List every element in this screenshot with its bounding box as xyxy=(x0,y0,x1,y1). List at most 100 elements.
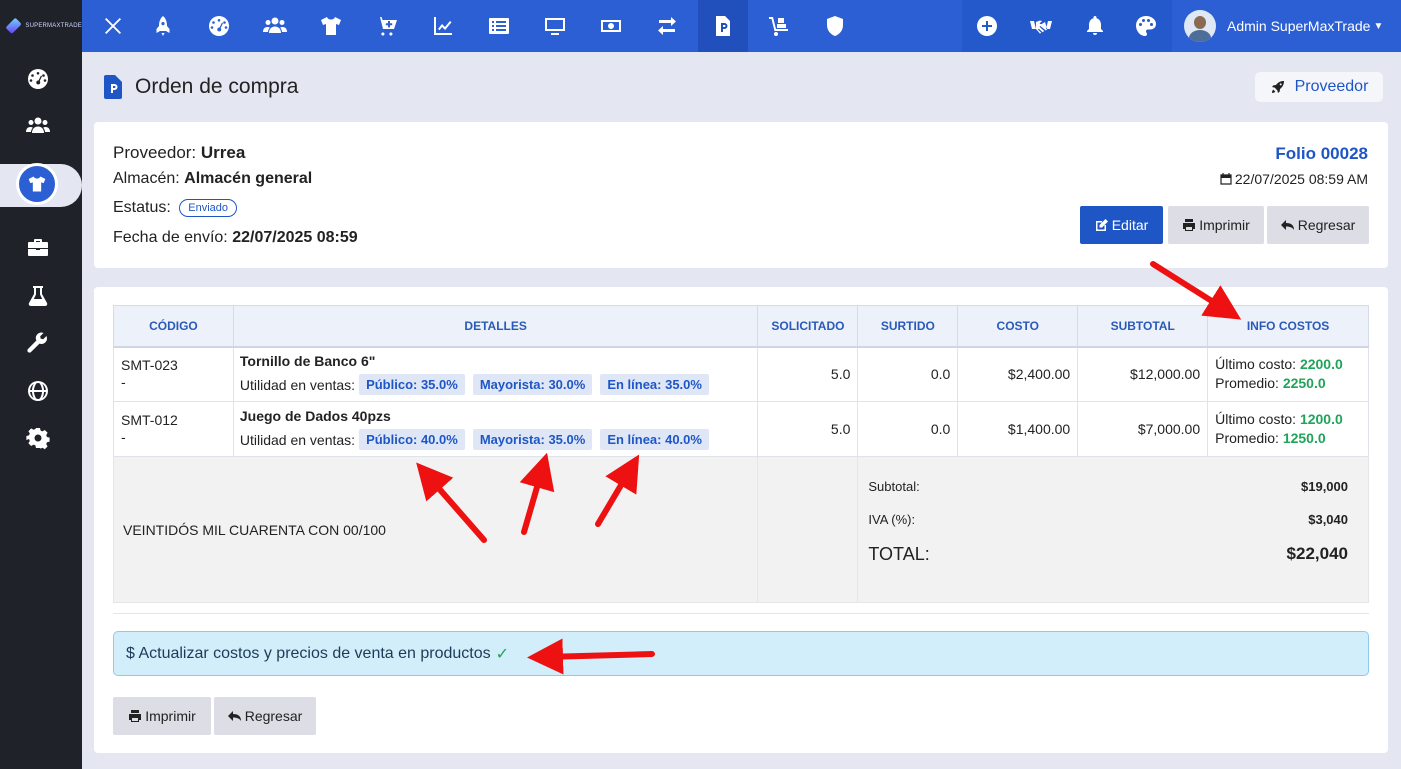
palette-icon[interactable] xyxy=(1121,0,1171,52)
status-badge: Enviado xyxy=(179,199,238,217)
wrench-icon[interactable] xyxy=(26,332,50,356)
warehouse-info: Almacén: Almacén general xyxy=(113,170,312,188)
provider-button[interactable]: Proveedor xyxy=(1255,72,1383,102)
margin-wholesale-chip: Mayorista: 30.0% xyxy=(472,374,593,396)
column-header-requested[interactable]: SOLICITADO xyxy=(757,305,859,348)
gear-icon[interactable] xyxy=(26,426,50,450)
edit-button[interactable]: Editar xyxy=(1080,206,1163,244)
totals-spacer xyxy=(757,456,859,603)
chart-line-icon[interactable] xyxy=(418,0,468,52)
items-table: CÓDIGO DETALLES SOLICITADO SURTIDO COSTO… xyxy=(112,305,1369,603)
item-cost: $2,400.00 xyxy=(957,346,1079,402)
iva-label: IVA (%): xyxy=(868,512,916,527)
purchase-order-icon[interactable] xyxy=(698,0,748,52)
globe-icon[interactable] xyxy=(26,379,50,403)
printer-icon xyxy=(129,710,142,722)
reply-icon xyxy=(1280,220,1294,230)
item-cost-info: Último costo: 1200.0 Promedio: 1250.0 xyxy=(1207,401,1369,457)
user-menu[interactable]: Admin SuperMaxTrade ▼ xyxy=(1172,0,1383,52)
order-items-card: CÓDIGO DETALLES SOLICITADO SURTIDO COSTO… xyxy=(94,287,1388,753)
item-code-sub: - xyxy=(121,374,126,391)
item-margins: Utilidad en ventas: Público: 35.0% Mayoris… xyxy=(239,374,758,396)
item-requested: 5.0 xyxy=(757,401,859,457)
footer-back-button[interactable]: Regresar xyxy=(214,697,316,735)
provider-label: Proveedor: xyxy=(113,143,197,162)
dashboard-icon[interactable] xyxy=(194,0,244,52)
users-icon[interactable] xyxy=(250,0,300,52)
close-icon[interactable] xyxy=(88,0,138,52)
update-costs-alert[interactable]: $ Actualizar costos y precios de venta e… xyxy=(113,631,1369,676)
table-row: SMT-012- Juego de Dados 40pzs Utilidad e… xyxy=(113,401,1369,457)
rocket-icon[interactable] xyxy=(138,0,188,52)
average-cost-value: 1250.0 xyxy=(1282,430,1326,446)
dashboard-icon[interactable] xyxy=(26,67,50,91)
print-button-label: Imprimir xyxy=(1199,217,1250,233)
margin-online-chip: En línea: 35.0% xyxy=(600,374,709,396)
sent-date-info: Fecha de envío: 22/07/2025 08:59 xyxy=(113,229,358,247)
item-details: Juego de Dados 40pzs Utilidad en ventas:… xyxy=(232,401,759,457)
dolly-icon[interactable] xyxy=(754,0,804,52)
footer-print-button[interactable]: Imprimir xyxy=(113,697,211,735)
average-cost-label: Promedio: xyxy=(1215,430,1279,446)
money-icon[interactable] xyxy=(586,0,636,52)
list-icon[interactable] xyxy=(474,0,524,52)
monitor-icon[interactable] xyxy=(530,0,580,52)
item-supplied: 0.0 xyxy=(857,401,959,457)
column-header-supplied[interactable]: SURTIDO xyxy=(857,305,959,348)
column-header-subtotal[interactable]: SUBTOTAL xyxy=(1077,305,1209,348)
back-button[interactable]: Regresar xyxy=(1267,206,1369,244)
margins-label: Utilidad en ventas: xyxy=(239,431,356,448)
amount-in-words: VEINTIDÓS MIL CUARENTA CON 00/100 xyxy=(112,456,759,603)
brand-logo[interactable]: SUPERMAXTRADE xyxy=(0,0,82,52)
total-label: TOTAL: xyxy=(868,544,930,564)
rocket-icon xyxy=(1271,81,1284,93)
users-icon[interactable] xyxy=(26,114,50,138)
provider-button-label: Proveedor xyxy=(1294,78,1369,95)
top-navigation-bar: SUPERMAXTRADE Admin SuperMaxTrade ▼ xyxy=(0,0,1401,52)
footer-print-label: Imprimir xyxy=(145,708,196,724)
printer-icon xyxy=(1183,219,1196,231)
margin-public-chip: Público: 35.0% xyxy=(359,374,465,396)
warehouse-value: Almacén general xyxy=(184,170,313,187)
purchase-order-icon xyxy=(104,75,122,99)
plus-circle-icon[interactable] xyxy=(962,0,1012,52)
print-button[interactable]: Imprimir xyxy=(1168,206,1264,244)
warehouse-label: Almacén: xyxy=(113,170,180,187)
flask-icon[interactable] xyxy=(26,284,50,308)
column-header-code[interactable]: CÓDIGO xyxy=(113,305,234,348)
shield-icon[interactable] xyxy=(810,0,860,52)
column-header-cost-info[interactable]: INFO COSTOS xyxy=(1207,305,1369,348)
avatar xyxy=(1184,10,1216,42)
item-code-text: SMT-012 xyxy=(121,412,178,428)
page-title: Orden de compra xyxy=(104,75,298,99)
column-header-details[interactable]: DETALLES xyxy=(232,305,759,348)
item-subtotal: $12,000.00 xyxy=(1077,346,1209,402)
order-date: 22/07/2025 08:59 AM xyxy=(1220,171,1368,187)
exchange-icon[interactable] xyxy=(642,0,692,52)
order-header-card: Proveedor: Urrea Almacén: Almacén genera… xyxy=(94,122,1388,268)
edit-button-label: Editar xyxy=(1111,217,1149,233)
column-header-cost[interactable]: COSTO xyxy=(957,305,1079,348)
bell-icon[interactable] xyxy=(1070,0,1120,52)
subtotal-label: Subtotal: xyxy=(868,479,920,494)
last-cost-label: Último costo: xyxy=(1215,356,1297,373)
cart-plus-icon[interactable] xyxy=(362,0,412,52)
item-name: Tornillo de Banco 6" xyxy=(239,353,376,370)
handshake-icon[interactable] xyxy=(1016,0,1066,52)
provider-value: Urrea xyxy=(200,143,246,162)
average-cost-label: Promedio: xyxy=(1215,375,1279,392)
margin-public-chip: Público: 40.0% xyxy=(359,429,465,450)
footer-back-label: Regresar xyxy=(244,708,303,724)
average-cost-value: 2250.0 xyxy=(1282,375,1326,392)
margins-label: Utilidad en ventas: xyxy=(239,376,356,393)
last-cost-value: 1200.0 xyxy=(1299,411,1343,427)
totals-row: VEINTIDÓS MIL CUARENTA CON 00/100 Subtot… xyxy=(112,456,1369,603)
status-label: Estatus: xyxy=(113,199,171,216)
back-button-label: Regresar xyxy=(1297,217,1356,233)
briefcase-icon[interactable] xyxy=(26,236,50,260)
shirt-icon[interactable] xyxy=(16,163,58,205)
check-icon: ✓ xyxy=(495,645,510,663)
sidebar xyxy=(0,52,82,769)
shirt-icon[interactable] xyxy=(306,0,356,52)
item-code: SMT-012- xyxy=(113,401,234,457)
